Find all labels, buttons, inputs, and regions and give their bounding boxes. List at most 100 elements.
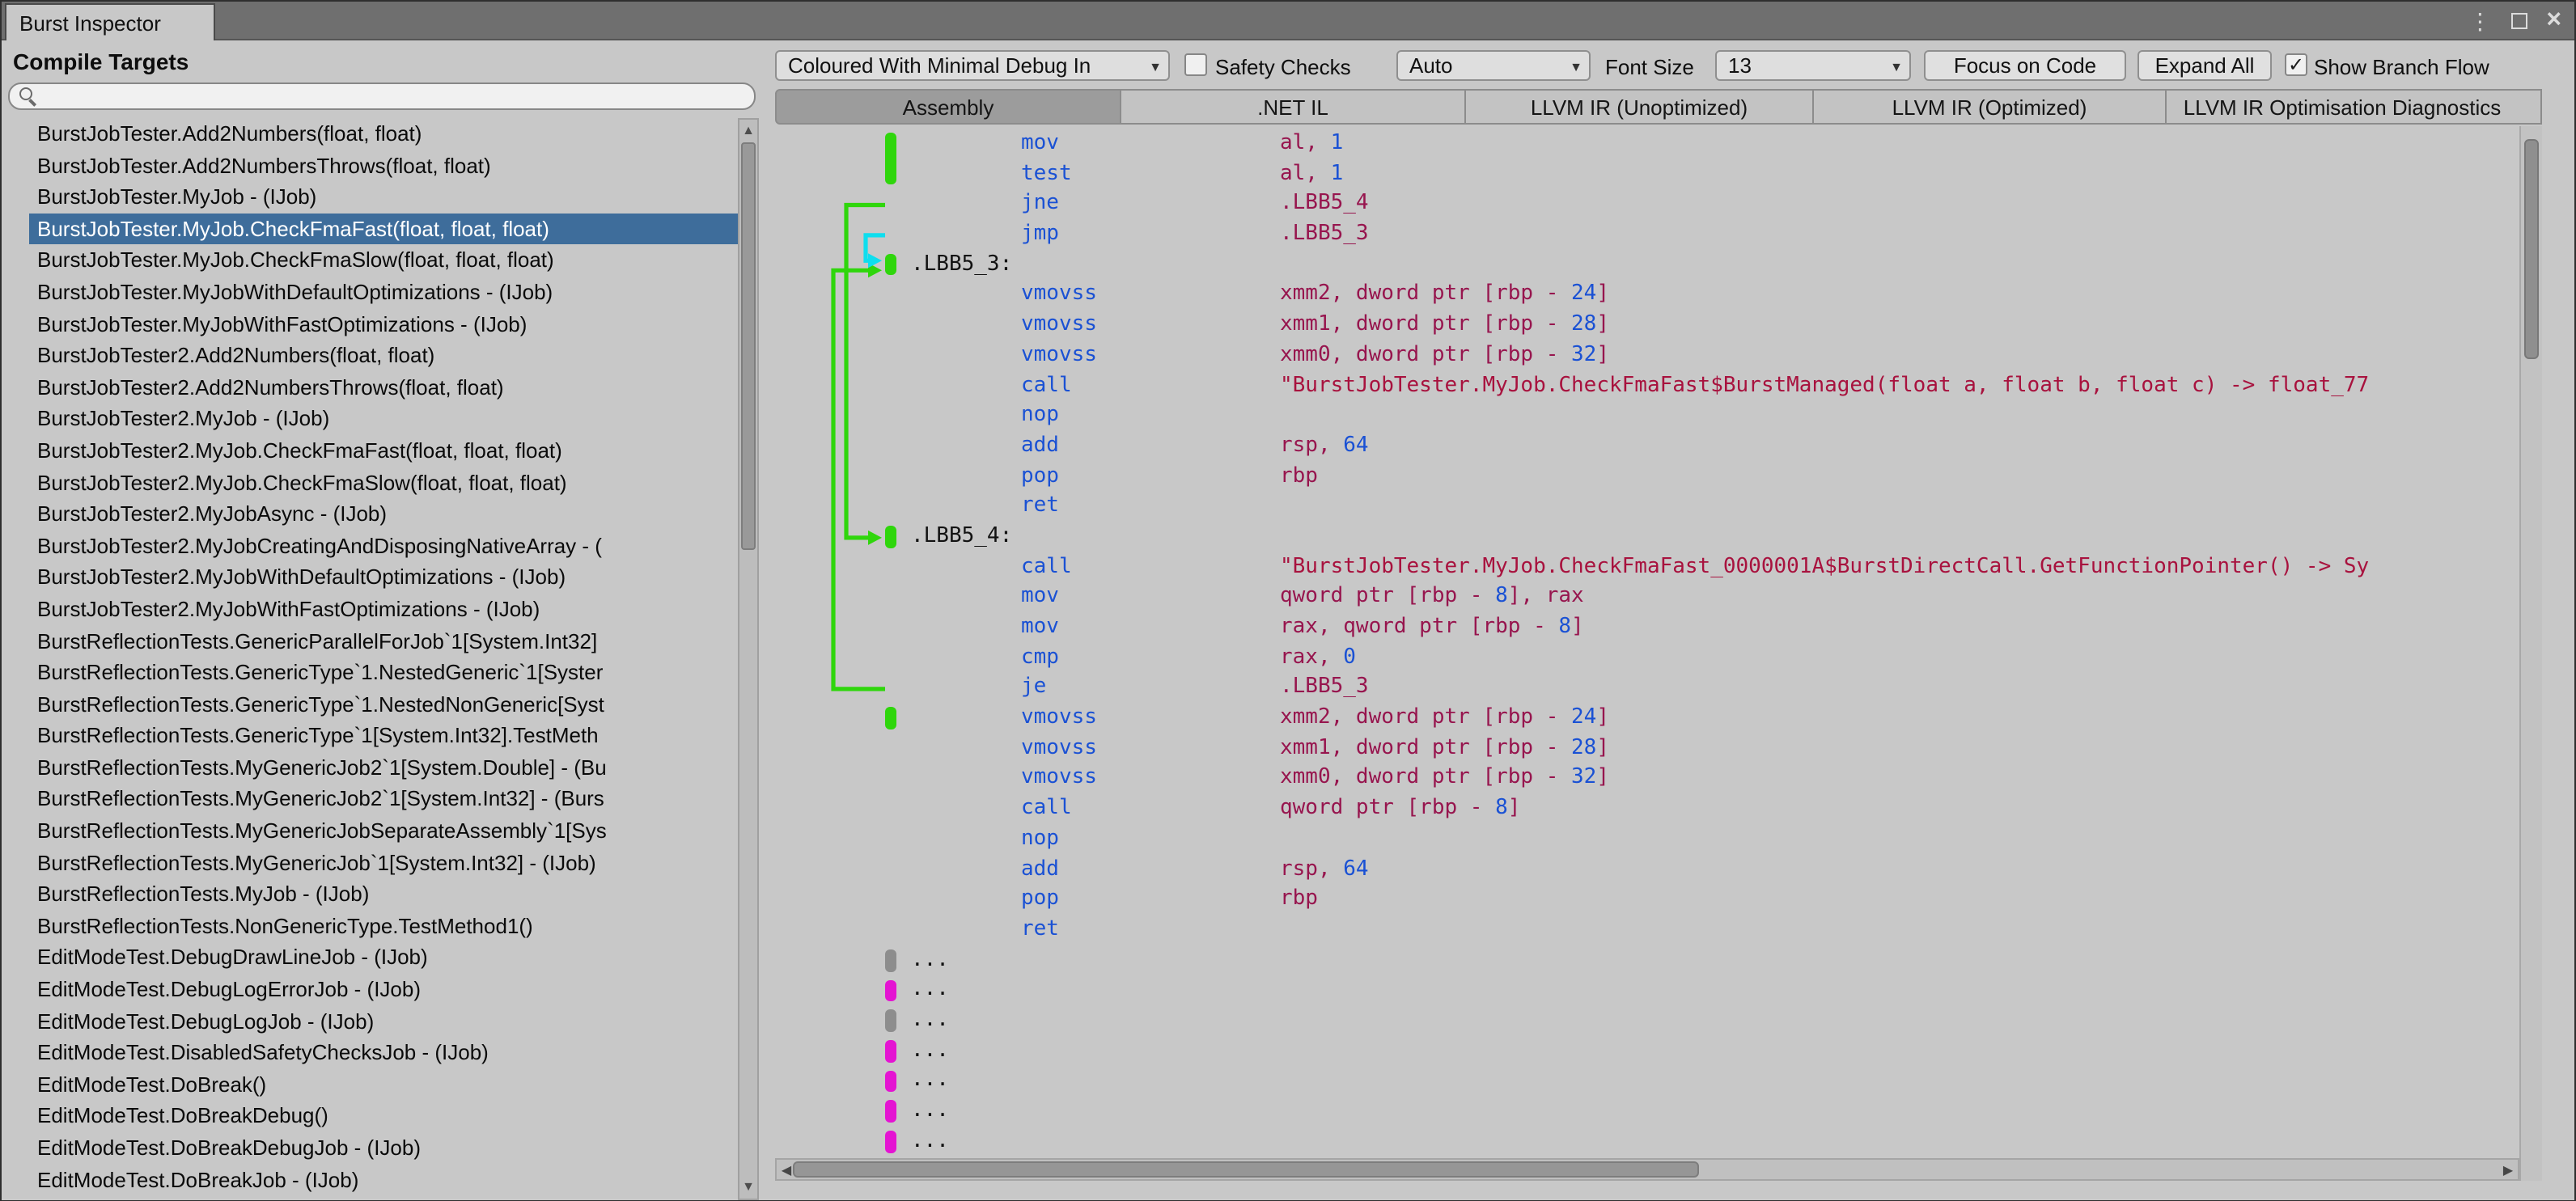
tab--net-il[interactable]: .NET IL xyxy=(1121,89,1466,125)
list-item[interactable]: EditModeTest.DoBreakDebug() xyxy=(29,1101,738,1132)
tab-label: Assembly xyxy=(902,95,994,119)
list-item[interactable]: BurstJobTester.MyJob.CheckFmaFast(float,… xyxy=(29,213,738,245)
safety-mode-dropdown[interactable]: Auto ▼ xyxy=(1396,50,1591,81)
list-item[interactable]: BurstJobTester2.MyJobWithDefaultOptimiza… xyxy=(29,562,738,594)
list-item[interactable]: BurstReflectionTests.GenericType`1.Neste… xyxy=(29,657,738,688)
expand-all-button-label: Expand All xyxy=(2154,53,2255,78)
list-item[interactable]: BurstReflectionTests.GenericType`1[Syste… xyxy=(29,721,738,752)
list-item[interactable]: BurstJobTester.Add2Numbers(float, float) xyxy=(29,118,738,150)
list-item[interactable]: BurstReflectionTests.MyJob - (IJob) xyxy=(29,879,738,911)
code-line: ret xyxy=(1021,916,1059,941)
scroll-right-icon[interactable]: ▶ xyxy=(2498,1161,2518,1179)
code-line: mov qword ptr [rbp - 8], rax xyxy=(1021,584,1584,609)
code-panel: Coloured With Minimal Debug In ▼ ✓ Safet… xyxy=(762,40,2574,1199)
list-item[interactable]: EditModeTest.DebugLogJob - (IJob) xyxy=(29,1005,738,1037)
list-item[interactable]: BurstReflectionTests.MyGenericJob2`1[Sys… xyxy=(29,752,738,784)
close-icon[interactable]: × xyxy=(2546,7,2561,34)
scroll-down-icon[interactable]: ▼ xyxy=(739,1177,757,1196)
code-line: add rsp, 64 xyxy=(1021,433,1369,458)
tab-llvm-ir-unoptimized-[interactable]: LLVM IR (Unoptimized) xyxy=(1466,89,1814,125)
list-scrollbar-thumb[interactable] xyxy=(741,142,756,550)
code-vertical-scrollbar[interactable] xyxy=(2519,126,2542,1181)
window-tab-burst-inspector[interactable]: Burst Inspector xyxy=(5,3,215,40)
code-line: pop rbp xyxy=(1021,463,1318,488)
list-item[interactable]: BurstJobTester2.MyJobWithFastOptimizatio… xyxy=(29,594,738,625)
code-line: ... xyxy=(911,1098,949,1123)
list-item[interactable]: EditModeTest.DebugLogErrorJob - (IJob) xyxy=(29,974,738,1005)
list-item[interactable]: BurstJobTester.MyJob.CheckFmaSlow(float,… xyxy=(29,245,738,277)
focus-on-code-button-label: Focus on Code xyxy=(1953,53,2097,78)
list-item[interactable]: BurstReflectionTests.NonGenericType.Test… xyxy=(29,911,738,942)
code-horizontal-scrollbar-thumb[interactable] xyxy=(793,1161,1699,1178)
tab-llvm-ir-optimisation-diagnostics[interactable]: LLVM IR Optimisation Diagnostics xyxy=(2167,89,2542,125)
search-input[interactable] xyxy=(37,85,754,108)
list-item[interactable]: BurstJobTester.Add2NumbersThrows(float, … xyxy=(29,150,738,181)
scroll-up-icon[interactable]: ▲ xyxy=(739,121,757,141)
focus-on-code-button[interactable]: Focus on Code xyxy=(1924,50,2126,81)
list-item[interactable]: EditModeTest.DisabledSafetyChecksJob - (… xyxy=(29,1037,738,1068)
font-size-dropdown[interactable]: 13 ▼ xyxy=(1715,50,1911,81)
list-item[interactable]: EditModeTest.DoBreak() xyxy=(29,1069,738,1101)
list-item[interactable]: BurstReflectionTests.GenericType`1.Neste… xyxy=(29,688,738,720)
code-view-dropdown-value: Coloured With Minimal Debug In xyxy=(788,53,1091,78)
search-box[interactable] xyxy=(8,82,756,110)
tab-assembly[interactable]: Assembly xyxy=(775,89,1121,125)
expand-all-button[interactable]: Expand All xyxy=(2137,50,2272,81)
code-lines: mov al, 1 test al, 1 jne .LBB5_4 jmp .LBB5_3 .LB… xyxy=(762,129,2519,1157)
list-item[interactable]: EditModeTest.DoBreakJob - (IJob) xyxy=(29,1164,738,1195)
window-controls: ⋮ × xyxy=(2468,2,2561,40)
code-line: ... xyxy=(911,1068,949,1093)
chevron-down-icon: ▼ xyxy=(1570,60,1582,74)
font-size-label: Font Size xyxy=(1605,55,1694,79)
list-item[interactable]: BurstJobTester2.Add2NumbersThrows(float,… xyxy=(29,372,738,404)
list-item[interactable]: BurstReflectionTests.GenericParallelForJ… xyxy=(29,625,738,657)
code-line: add rsp, 64 xyxy=(1021,856,1369,881)
code-view-dropdown[interactable]: Coloured With Minimal Debug In ▼ xyxy=(775,50,1170,81)
list-item[interactable]: BurstJobTester2.MyJobAsync - (IJob) xyxy=(29,498,738,530)
list-item[interactable]: BurstJobTester.MyJobWithDefaultOptimizat… xyxy=(29,277,738,308)
code-line: ... xyxy=(911,1038,949,1063)
list-item[interactable]: EditModeTest.DebugDrawLineJob - (IJob) xyxy=(29,942,738,974)
burst-inspector-window: Burst Inspector ⋮ × Compile Targets Burs… xyxy=(0,0,2576,1201)
code-horizontal-scrollbar[interactable]: ◀ ▶ xyxy=(775,1158,2519,1181)
code-line: .LBB5_3: xyxy=(911,252,1013,277)
code-line: vmovss xmm0, dword ptr [rbp - 32] xyxy=(1021,765,1609,790)
list-item[interactable]: BurstReflectionTests.MyGenericJobSeparat… xyxy=(29,815,738,847)
code-line: vmovss xmm0, dword ptr [rbp - 32] xyxy=(1021,342,1609,367)
compile-targets-panel: Compile Targets BurstJobTester.Add2Numbe… xyxy=(2,40,762,1199)
code-line: nop xyxy=(1021,403,1059,428)
assembly-code-area: mov al, 1 test al, 1 jne .LBB5_4 jmp .LBB5_3 .LB… xyxy=(762,126,2542,1199)
list-scrollbar[interactable]: ▲ ▼ xyxy=(738,118,759,1199)
list-item[interactable]: BurstJobTester2.MyJob.CheckFmaSlow(float… xyxy=(29,467,738,498)
code-line: cmp rax, 0 xyxy=(1021,645,1356,670)
list-item[interactable]: BurstJobTester2.MyJobCreatingAndDisposin… xyxy=(29,530,738,561)
code-line: .LBB5_4: xyxy=(911,523,1013,548)
code-line: call "BurstJobTester.MyJob.CheckFmaFast$B… xyxy=(1021,373,2370,397)
menu-icon[interactable]: ⋮ xyxy=(2468,10,2491,32)
tab-label: LLVM IR (Unoptimized) xyxy=(1530,95,1748,119)
branch-flow-checkbox[interactable]: ✓ xyxy=(2285,53,2307,76)
code-line: vmovss xmm2, dword ptr [rbp - 24] xyxy=(1021,281,1609,307)
code-line: vmovss xmm2, dword ptr [rbp - 24] xyxy=(1021,705,1609,730)
code-line: pop rbp xyxy=(1021,886,1318,911)
tab-llvm-ir-optimized-[interactable]: LLVM IR (Optimized) xyxy=(1814,89,2167,125)
code-line: ... xyxy=(911,1007,949,1032)
title-bar: Burst Inspector ⋮ × xyxy=(2,2,2574,40)
list-item[interactable]: EditModeTest.DoBreakDebugJob - (IJob) xyxy=(29,1132,738,1164)
maximize-icon[interactable] xyxy=(2510,13,2527,29)
list-item[interactable]: BurstReflectionTests.MyGenericJob`1[Syst… xyxy=(29,847,738,878)
window-tab-label: Burst Inspector xyxy=(19,11,161,35)
panel-title: Compile Targets xyxy=(13,49,189,74)
list-item[interactable]: BurstJobTester2.MyJob - (IJob) xyxy=(29,404,738,435)
list-item[interactable]: BurstReflectionTests.MyGenericJob2`1[Sys… xyxy=(29,784,738,815)
code-vertical-scrollbar-thumb[interactable] xyxy=(2524,139,2539,359)
list-item[interactable]: BurstJobTester2.MyJob.CheckFmaFast(float… xyxy=(29,435,738,467)
list-item[interactable]: BurstJobTester.MyJobWithFastOptimization… xyxy=(29,308,738,340)
tab-label: .NET IL xyxy=(1257,95,1328,119)
code-line: jmp .LBB5_3 xyxy=(1021,222,1369,247)
list-item[interactable]: BurstJobTester2.Add2Numbers(float, float… xyxy=(29,340,738,371)
code-line: mov al, 1 xyxy=(1021,131,1344,155)
compile-target-list: BurstJobTester.Add2Numbers(float, float)… xyxy=(2,118,738,1199)
list-item[interactable]: BurstJobTester.MyJob - (IJob) xyxy=(29,181,738,213)
safety-checks-checkbox[interactable]: ✓ xyxy=(1184,53,1207,76)
